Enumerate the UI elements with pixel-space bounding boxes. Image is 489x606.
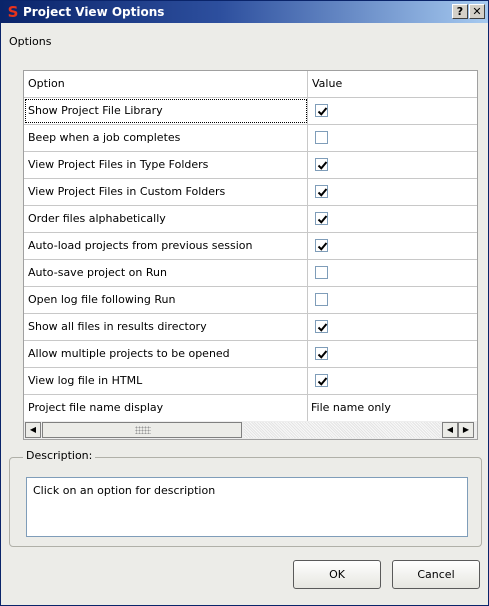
scroll-right-arrow-icon[interactable]: ▶ xyxy=(458,422,474,438)
grid-row[interactable]: Project file name display File name only xyxy=(24,395,477,422)
options-label: Options xyxy=(9,35,52,48)
options-grid: Option Value Show Project File Library Be… xyxy=(23,70,478,440)
option-checkbox[interactable] xyxy=(315,131,328,144)
grid-row[interactable]: Allow multiple projects to be opened xyxy=(24,341,477,368)
option-value xyxy=(308,152,477,178)
option-label[interactable]: Auto-load projects from previous session xyxy=(24,233,308,259)
horizontal-scrollbar[interactable]: ◀ ◀ ▶ xyxy=(24,421,477,439)
option-checkbox[interactable] xyxy=(315,212,328,225)
scrollbar-track[interactable] xyxy=(244,422,440,438)
grid-header: Option Value xyxy=(24,71,477,98)
dialog-window: S Project View Options ? ✕ Options Optio… xyxy=(0,0,489,606)
option-label[interactable]: Auto-save project on Run xyxy=(24,260,308,286)
grid-row[interactable]: View log file in HTML xyxy=(24,368,477,395)
option-value xyxy=(308,287,477,313)
grid-row[interactable]: Show Project File Library xyxy=(24,98,477,125)
option-label[interactable]: View log file in HTML xyxy=(24,368,308,394)
option-label[interactable]: Open log file following Run xyxy=(24,287,308,313)
option-label[interactable]: View Project Files in Custom Folders xyxy=(24,179,308,205)
option-label[interactable]: Allow multiple projects to be opened xyxy=(24,341,308,367)
grid-row[interactable]: Beep when a job completes xyxy=(24,125,477,152)
option-value xyxy=(308,125,477,151)
option-value xyxy=(308,98,477,124)
option-value xyxy=(308,260,477,286)
close-button[interactable]: ✕ xyxy=(469,4,485,19)
option-value: File name only xyxy=(308,395,477,421)
option-label[interactable]: Order files alphabetically xyxy=(24,206,308,232)
ok-button[interactable]: OK xyxy=(293,560,381,589)
option-value xyxy=(308,341,477,367)
grid-row[interactable]: View Project Files in Type Folders xyxy=(24,152,477,179)
option-label[interactable]: Show Project File Library xyxy=(24,98,308,124)
option-checkbox[interactable] xyxy=(315,266,328,279)
option-checkbox[interactable] xyxy=(315,158,328,171)
column-header-option[interactable]: Option xyxy=(24,71,308,97)
option-value xyxy=(308,179,477,205)
grid-row[interactable]: Open log file following Run xyxy=(24,287,477,314)
option-label[interactable]: Show all files in results directory xyxy=(24,314,308,340)
option-checkbox[interactable] xyxy=(315,293,328,306)
column-header-value[interactable]: Value xyxy=(308,71,477,97)
option-value xyxy=(308,233,477,259)
option-checkbox[interactable] xyxy=(315,347,328,360)
description-text: Click on an option for description xyxy=(26,477,468,537)
grip-icon xyxy=(135,426,151,434)
app-logo-icon: S xyxy=(7,3,19,21)
help-button[interactable]: ? xyxy=(452,4,468,19)
grid-row[interactable]: Auto-save project on Run xyxy=(24,260,477,287)
option-label[interactable]: View Project Files in Type Folders xyxy=(24,152,308,178)
grid-row[interactable]: Order files alphabetically xyxy=(24,206,477,233)
option-value-text[interactable]: File name only xyxy=(311,395,391,421)
scrollbar-thumb[interactable] xyxy=(42,422,242,438)
option-checkbox[interactable] xyxy=(315,104,328,117)
option-label[interactable]: Beep when a job completes xyxy=(24,125,308,151)
option-checkbox[interactable] xyxy=(315,320,328,333)
option-checkbox[interactable] xyxy=(315,239,328,252)
cancel-button[interactable]: Cancel xyxy=(392,560,480,589)
option-checkbox[interactable] xyxy=(315,374,328,387)
option-label[interactable]: Project file name display xyxy=(24,395,308,421)
option-value xyxy=(308,314,477,340)
scroll-left-arrow-icon[interactable]: ◀ xyxy=(25,422,41,438)
option-checkbox[interactable] xyxy=(315,185,328,198)
window-title: Project View Options xyxy=(23,5,165,19)
scroll-left-arrow-icon[interactable]: ◀ xyxy=(442,422,458,438)
grid-row[interactable]: Show all files in results directory xyxy=(24,314,477,341)
title-bar[interactable]: S Project View Options ? ✕ xyxy=(1,1,488,23)
grid-row[interactable]: View Project Files in Custom Folders xyxy=(24,179,477,206)
grid-row[interactable]: Auto-load projects from previous session xyxy=(24,233,477,260)
option-value xyxy=(308,206,477,232)
option-value xyxy=(308,368,477,394)
description-legend: Description: xyxy=(23,449,96,462)
